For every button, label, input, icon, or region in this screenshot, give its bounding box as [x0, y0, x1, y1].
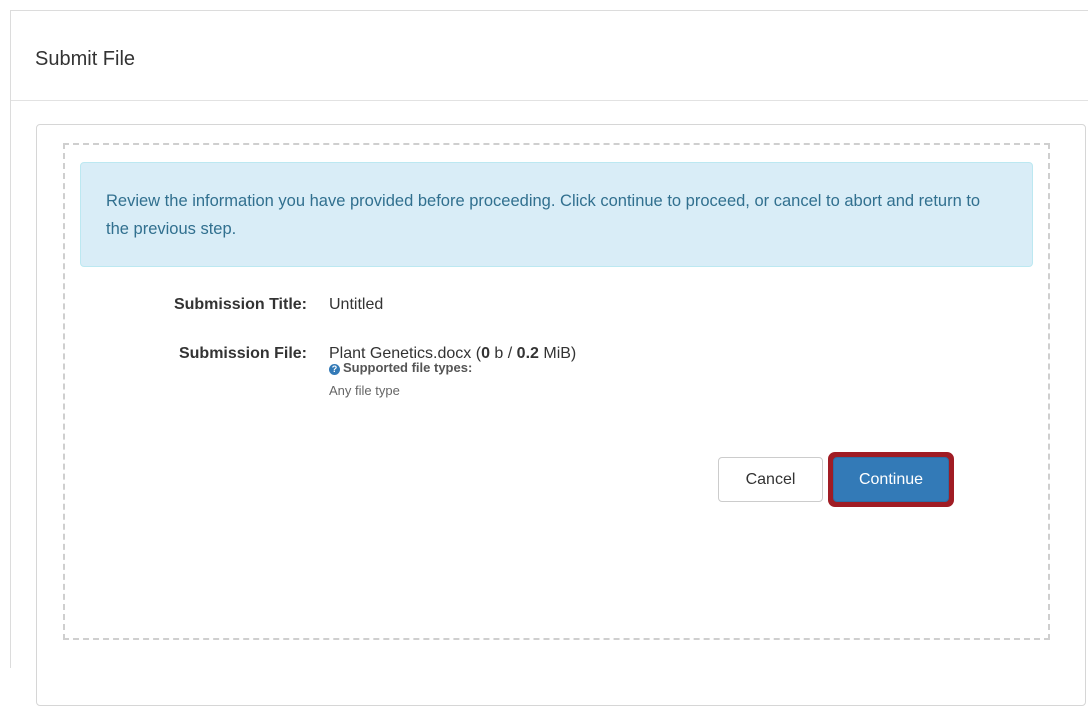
submission-title-row: Submission Title: Untitled: [65, 296, 1025, 320]
file-size-unit: MiB): [538, 345, 577, 362]
file-size-uploaded: 0: [481, 345, 490, 362]
cancel-button[interactable]: Cancel: [718, 457, 823, 502]
question-circle-icon: ?: [329, 364, 340, 375]
supported-types-help: ? Supported file types:: [329, 360, 472, 375]
dashed-upload-area: Review the information you have provided…: [63, 143, 1050, 640]
submit-file-panel: Submit File Review the information you h…: [10, 10, 1088, 706]
page-title: Submit File: [35, 48, 136, 70]
submission-title-value: Untitled: [329, 296, 384, 313]
panel-header: Submit File: [11, 11, 1088, 101]
info-alert: Review the information you have provided…: [80, 162, 1033, 267]
submission-title-label: Submission Title:: [173, 296, 307, 313]
alert-message: Review the information you have provided…: [106, 192, 981, 238]
submission-card: Review the information you have provided…: [36, 124, 1086, 706]
file-size-total: 0.2: [516, 345, 539, 362]
submission-file-row: Submission File: Plant Genetics.docx (0 …: [65, 345, 1025, 369]
supported-types-label: Supported file types:: [343, 360, 473, 375]
file-open-paren: (: [471, 345, 482, 362]
file-size-separator: b /: [489, 345, 517, 362]
continue-button[interactable]: Continue: [833, 457, 949, 502]
supported-types-value: Any file type: [329, 383, 400, 398]
submission-file-label: Submission File:: [178, 345, 307, 362]
